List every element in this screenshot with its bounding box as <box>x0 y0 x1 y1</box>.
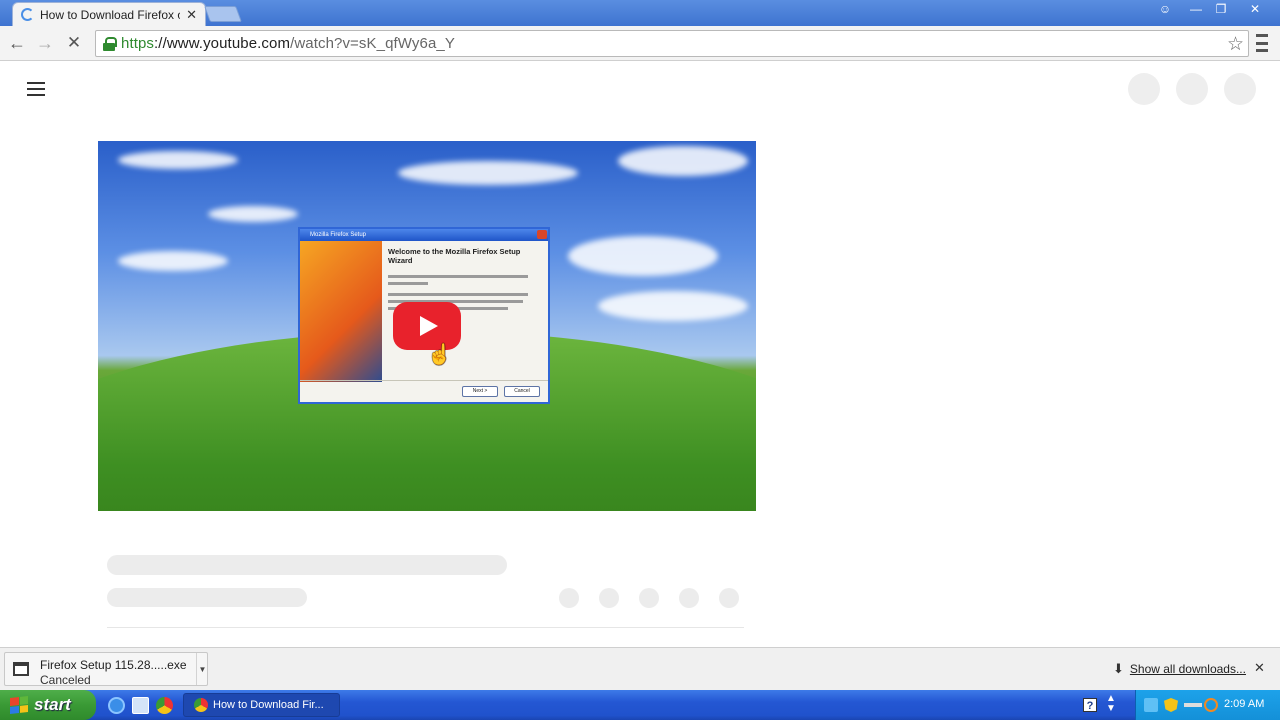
wizard-body: Welcome to the Mozilla Firefox Setup Wiz… <box>388 247 544 310</box>
back-arrow-icon[interactable]: ← <box>6 32 28 54</box>
download-arrow-icon: ⬇ <box>1113 661 1124 676</box>
placeholder-circle <box>1176 73 1208 105</box>
language-arrows-icon[interactable]: ▲ ▼ <box>1106 694 1116 714</box>
download-shelf: Firefox Setup 115.28.....exe Canceled ▼ … <box>0 647 1280 690</box>
internet-explorer-icon[interactable] <box>108 697 125 714</box>
wizard-cancel-button: Cancel <box>504 386 540 397</box>
shelf-close-icon[interactable]: ✕ <box>1254 660 1265 676</box>
restore-button[interactable]: ❐ <box>1208 0 1234 18</box>
security-shield-icon[interactable] <box>1164 698 1178 712</box>
placeholder-circle <box>1128 73 1160 105</box>
download-status: Canceled <box>40 673 91 687</box>
page-content: Mozilla Firefox Setup Welcome to the Moz… <box>0 62 1280 647</box>
action-skeleton <box>639 588 659 608</box>
channel-skeleton <box>107 588 307 607</box>
browser-titlebar: How to Download Firefox on ✕ ☺ — ❐ ✕ <box>0 0 1280 26</box>
tab-title: How to Download Firefox on <box>40 7 180 22</box>
close-window-button[interactable]: ✕ <box>1240 0 1270 18</box>
cloud <box>118 251 228 271</box>
cloud <box>208 206 298 222</box>
start-button[interactable]: start <box>0 690 96 720</box>
taskbar-item-label: How to Download Fir... <box>213 699 324 711</box>
chrome-icon[interactable] <box>156 697 173 714</box>
help-icon[interactable]: ? <box>1083 698 1097 712</box>
show-all-downloads-link[interactable]: ⬇ Show all downloads... <box>1113 661 1246 677</box>
hamburger-menu-icon[interactable] <box>27 82 45 96</box>
tab-youtube[interactable]: How to Download Firefox on ✕ <box>12 2 206 26</box>
browser-toolbar: ← → ✕ https://www.youtube.com/watch?v=sK… <box>0 26 1280 61</box>
system-tray: 2:09 AM <box>1135 690 1280 720</box>
cloud <box>618 146 748 176</box>
network-icon[interactable] <box>1144 698 1158 712</box>
wizard-footer: Next > Cancel <box>300 380 548 402</box>
wizard-titlebar: Mozilla Firefox Setup <box>300 229 548 241</box>
cloud <box>398 161 578 185</box>
show-all-label: Show all downloads... <box>1129 662 1246 676</box>
file-window-icon <box>13 662 29 676</box>
search-icon[interactable] <box>1204 698 1218 712</box>
chrome-icon <box>194 698 208 712</box>
firefox-logo-icon <box>300 241 382 382</box>
new-tab-button[interactable] <box>204 6 242 22</box>
user-profile-icon[interactable]: ☺ <box>1152 0 1178 18</box>
screen: How to Download Firefox on ✕ ☺ — ❐ ✕ ← →… <box>0 0 1280 720</box>
action-skeleton <box>559 588 579 608</box>
windows-taskbar: start How to Download Fir... ? ▲ ▼ 2:09 A… <box>0 690 1280 720</box>
wizard-close-icon <box>537 230 547 239</box>
download-item[interactable]: Firefox Setup 115.28.....exe Canceled ▼ <box>4 652 208 687</box>
cloud <box>118 151 238 169</box>
taskbar-item-chrome[interactable]: How to Download Fir... <box>183 693 340 717</box>
text-line <box>388 282 428 285</box>
wizard-heading: Welcome to the Mozilla Firefox Setup Wiz… <box>388 247 521 265</box>
download-filename: Firefox Setup 115.28.....exe <box>40 658 187 672</box>
clock[interactable]: 2:09 AM <box>1224 698 1264 710</box>
action-skeleton <box>719 588 739 608</box>
text-line <box>388 275 528 278</box>
tab-close-icon[interactable]: ✕ <box>186 7 197 23</box>
wizard-next-button: Next > <box>462 386 498 397</box>
chevron-down-icon[interactable]: ▼ <box>196 653 208 685</box>
forward-arrow-icon[interactable]: → <box>34 32 56 54</box>
content-divider <box>107 627 744 628</box>
cloud <box>598 291 748 321</box>
lock-icon <box>103 36 117 51</box>
cloud <box>568 236 718 276</box>
action-skeleton <box>599 588 619 608</box>
address-bar[interactable]: https://www.youtube.com/watch?v=sK_qfWy6… <box>95 30 1249 57</box>
bookmark-star-icon[interactable]: ☆ <box>1227 33 1244 56</box>
url-text[interactable]: https://www.youtube.com/watch?v=sK_qfWy6… <box>121 35 455 52</box>
stop-loading-icon[interactable]: ✕ <box>63 32 85 54</box>
minimize-button[interactable]: — <box>1183 0 1209 18</box>
windows-flag-icon <box>10 696 28 714</box>
browser-menu-icon[interactable] <box>1254 34 1270 52</box>
text-line <box>388 293 528 296</box>
tray-bar-icon[interactable] <box>1184 703 1202 707</box>
title-skeleton <box>107 555 507 575</box>
video-player[interactable]: Mozilla Firefox Setup Welcome to the Moz… <box>98 141 756 511</box>
placeholder-circle <box>1224 73 1256 105</box>
show-desktop-icon[interactable] <box>132 697 149 714</box>
action-skeleton <box>679 588 699 608</box>
start-label: start <box>34 695 71 714</box>
hand-cursor-icon: ☝ <box>427 344 452 366</box>
loading-spinner-icon <box>21 8 34 21</box>
